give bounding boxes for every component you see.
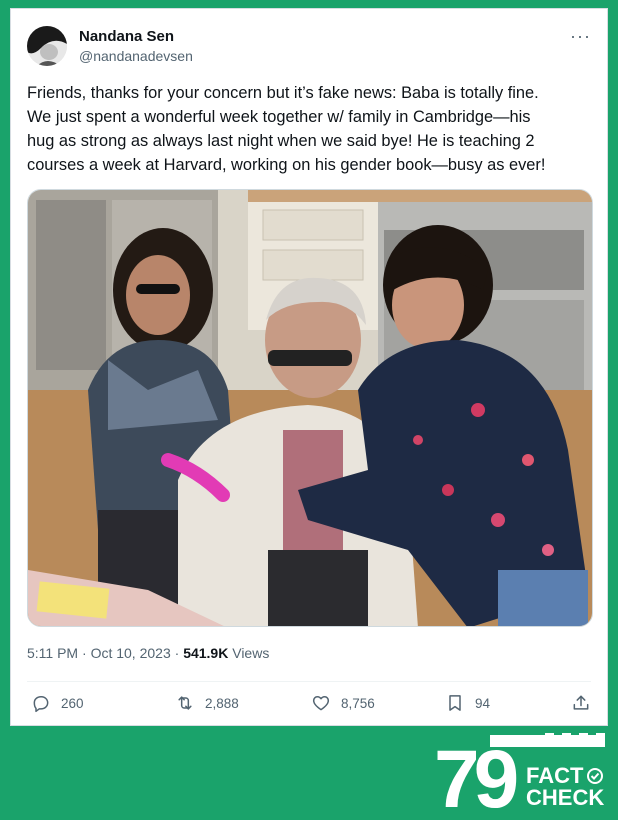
repost-icon: [178, 696, 192, 710]
bookmark-count: 94: [475, 695, 491, 711]
meta-separator: ·: [174, 645, 180, 661]
like-count: 8,756: [341, 695, 375, 711]
bookmark-button[interactable]: 94: [445, 692, 490, 714]
tweet-photo[interactable]: [27, 189, 593, 627]
repost-button[interactable]: 2,888: [175, 692, 239, 714]
tweet-meta: 5:11 PM · Oct 10, 2023 · 541.9K Views: [27, 645, 269, 661]
reply-button[interactable]: 260: [31, 692, 84, 714]
share-button[interactable]: [571, 692, 591, 714]
check-label: CHECK: [526, 785, 604, 810]
reply-count: 260: [61, 695, 84, 711]
more-icon[interactable]: ···: [570, 27, 591, 45]
brand-number: 79: [434, 734, 517, 813]
views-count: 541.9K: [183, 645, 229, 661]
family-photo-illustration: [28, 190, 592, 626]
like-button[interactable]: 8,756: [311, 692, 375, 714]
tweet-card: Nandana Sen @nandanadevsen ··· Friends, …: [10, 8, 608, 726]
share-icon: [573, 695, 589, 710]
bookmark-icon: [449, 695, 461, 711]
tweet-text: Friends, thanks for your concern but it’…: [27, 84, 546, 174]
tweet-date[interactable]: Oct 10, 2023: [91, 645, 171, 661]
tweet-time[interactable]: 5:11 PM: [27, 645, 78, 661]
meta-separator: ·: [82, 645, 87, 661]
factcheck-logo: 79 FACT CHECK: [430, 733, 610, 820]
author-name[interactable]: Nandana Sen: [79, 28, 174, 45]
action-bar: 260 2,888 8,756 94: [27, 692, 591, 716]
divider: [27, 681, 591, 682]
tweet-header: Nandana Sen @nandanadevsen ···: [27, 23, 591, 67]
reply-icon: [33, 696, 49, 713]
author-avatar[interactable]: [27, 26, 67, 66]
author-handle[interactable]: @nandanadevsen: [79, 48, 193, 64]
views-label: Views: [232, 645, 270, 661]
repost-count: 2,888: [205, 695, 239, 711]
like-icon: [312, 696, 330, 711]
